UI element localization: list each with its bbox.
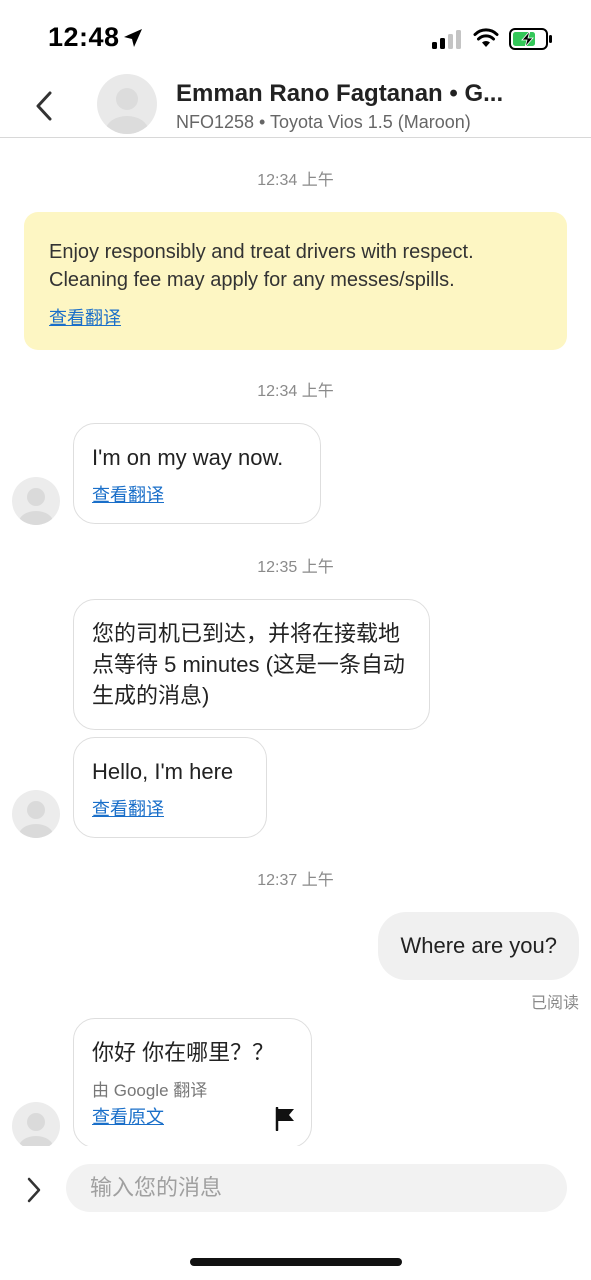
location-arrow-icon bbox=[124, 29, 142, 47]
flag-icon[interactable] bbox=[275, 1107, 295, 1131]
wifi-icon bbox=[473, 28, 499, 47]
expand-button[interactable] bbox=[20, 1172, 48, 1208]
home-indicator[interactable] bbox=[190, 1258, 402, 1266]
incoming-message: I'm on my way now. 查看翻译 bbox=[73, 423, 321, 524]
driver-avatar-small bbox=[12, 477, 60, 525]
timestamp: 12:37 上午 bbox=[257, 872, 334, 889]
timestamp: 12:35 上午 bbox=[257, 559, 334, 576]
view-translation-link[interactable]: 查看翻译 bbox=[92, 481, 164, 507]
person-placeholder-icon bbox=[19, 1113, 53, 1150]
timestamp: 12:34 上午 bbox=[257, 383, 334, 400]
message-text: Hello, I'm here bbox=[92, 759, 234, 784]
message-text: Where are you? bbox=[400, 933, 557, 958]
view-original-link[interactable]: 查看原文 bbox=[92, 1103, 164, 1129]
view-translation-link[interactable]: 查看翻译 bbox=[49, 304, 121, 330]
chat-thread[interactable]: 12:34 上午 Enjoy responsibly and treat dri… bbox=[0, 139, 591, 1150]
message-text: 您的司机已到达，并将在接载地点等待 5 minutes (这是一条自动生成的消息… bbox=[92, 621, 405, 708]
driver-avatar-small bbox=[12, 1102, 60, 1150]
message-text: 你好 你在哪里？？ bbox=[92, 1040, 275, 1065]
battery-charging-icon bbox=[509, 28, 552, 50]
message-text: I'm on my way now. bbox=[92, 445, 284, 470]
view-translation-link[interactable]: 查看翻译 bbox=[92, 795, 164, 821]
back-button[interactable] bbox=[26, 86, 62, 126]
chevron-left-icon bbox=[36, 91, 52, 121]
system-notice: Enjoy responsibly and treat drivers with… bbox=[24, 212, 567, 350]
translated-by-label: 由 Google 翻译 bbox=[92, 1081, 208, 1100]
person-placeholder-icon bbox=[106, 88, 148, 134]
read-receipt: 已阅读 bbox=[530, 995, 579, 1012]
incoming-message: 你好 你在哪里？？ 由 Google 翻译 查看原文 bbox=[73, 1018, 312, 1148]
vehicle-info: NFO1258 • Toyota Vios 1.5 (Maroon) bbox=[176, 112, 471, 132]
input-bar bbox=[0, 1146, 591, 1236]
status-bar: 12:48 bbox=[0, 0, 591, 72]
outgoing-message: Where are you? bbox=[378, 912, 579, 980]
timestamp: 12:34 上午 bbox=[257, 172, 334, 189]
chevron-right-icon bbox=[27, 1177, 41, 1203]
status-time: 12:48 bbox=[48, 22, 120, 52]
incoming-message: Hello, I'm here 查看翻译 bbox=[73, 737, 267, 838]
cellular-signal-icon bbox=[432, 30, 461, 49]
chat-header: Emman Rano Fagtanan • G... NFO1258 • Toy… bbox=[0, 72, 591, 138]
notice-text: Enjoy responsibly and treat drivers with… bbox=[49, 241, 474, 291]
driver-avatar-small bbox=[12, 790, 60, 838]
person-placeholder-icon bbox=[19, 488, 53, 525]
driver-name[interactable]: Emman Rano Fagtanan • G... bbox=[176, 80, 503, 108]
message-input[interactable] bbox=[66, 1164, 567, 1212]
person-placeholder-icon bbox=[19, 801, 53, 838]
incoming-message: 您的司机已到达，并将在接载地点等待 5 minutes (这是一条自动生成的消息… bbox=[73, 599, 430, 730]
driver-avatar[interactable] bbox=[97, 74, 157, 134]
